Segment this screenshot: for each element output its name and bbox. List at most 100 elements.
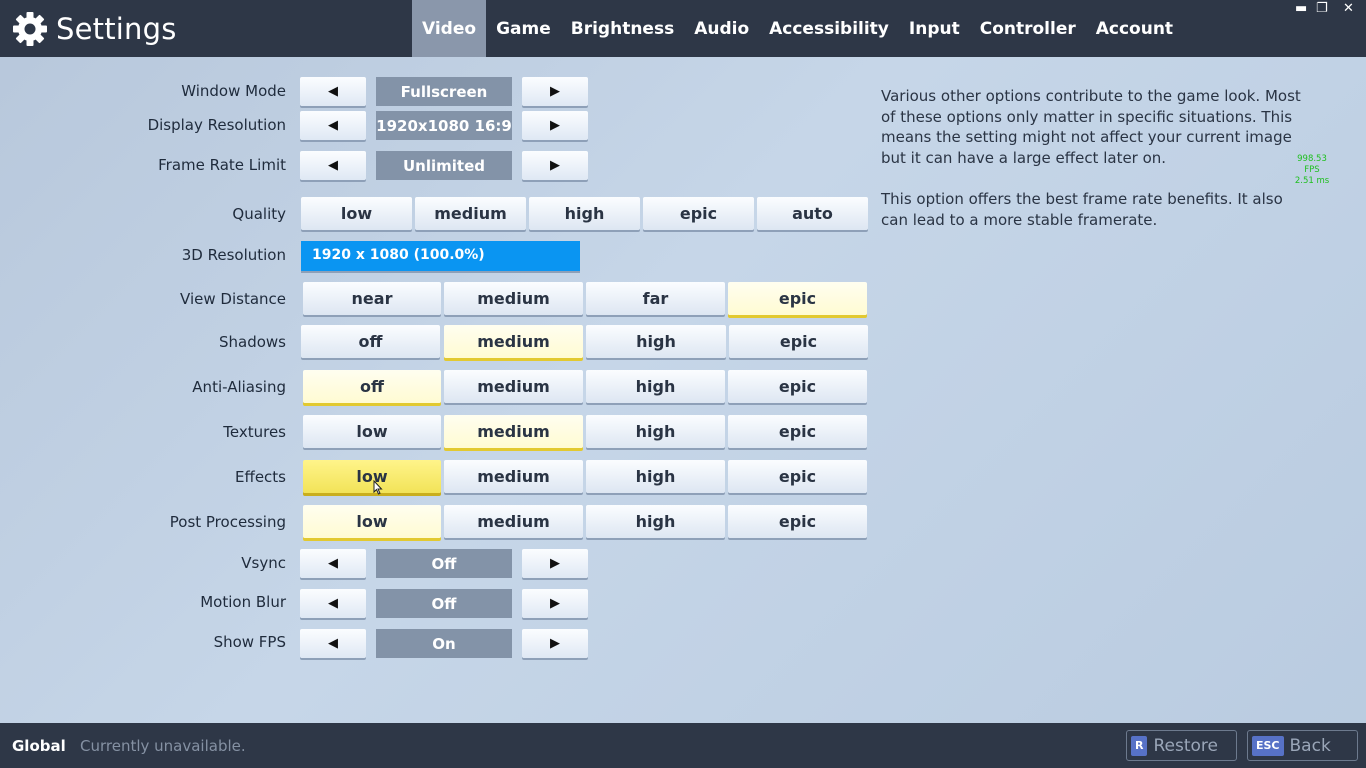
left-arrow-icon: ◀: [328, 158, 338, 173]
frame-rate-limit-value: Unlimited: [376, 151, 512, 180]
restore-label: Restore: [1153, 735, 1218, 756]
r-key-icon: R: [1131, 735, 1148, 756]
right-arrow-icon: ▶: [550, 158, 560, 173]
vsync-next-button[interactable]: ▶: [522, 549, 588, 578]
tab-account[interactable]: Account: [1086, 0, 1183, 57]
shadows-high-button[interactable]: high: [586, 325, 726, 358]
restore-button[interactable]: R Restore: [1126, 730, 1237, 761]
quality-label: Quality: [232, 205, 286, 223]
display-resolution-label: Display Resolution: [147, 116, 286, 134]
vsync-prev-button[interactable]: ◀: [300, 549, 366, 578]
show-fps-label: Show FPS: [213, 633, 286, 651]
effects-medium-button[interactable]: medium: [444, 460, 583, 493]
view-distance-medium-button[interactable]: medium: [444, 282, 583, 315]
right-arrow-icon: ▶: [550, 596, 560, 611]
top-bar: Settings Video Game Brightness Audio Acc…: [0, 0, 1366, 57]
fps-counter: 998.53 FPS 2.51 ms: [1289, 154, 1335, 187]
quality-high-button[interactable]: high: [529, 197, 640, 230]
status-text: Currently unavailable.: [80, 737, 246, 755]
page-title: Settings: [56, 12, 177, 46]
quality-auto-button[interactable]: auto: [757, 197, 868, 230]
window-mode-prev-button[interactable]: ◀: [300, 77, 366, 106]
tab-input[interactable]: Input: [899, 0, 970, 57]
bottom-bar: Global Currently unavailable. R Restore …: [0, 723, 1366, 768]
tab-game[interactable]: Game: [486, 0, 561, 57]
display-resolution-next-button[interactable]: ▶: [522, 111, 588, 140]
left-arrow-icon: ◀: [328, 118, 338, 133]
left-arrow-icon: ◀: [328, 636, 338, 651]
anti-aliasing-off-button[interactable]: off: [303, 370, 441, 403]
frame-time-value: 2.51 ms: [1294, 176, 1330, 186]
shadows-label: Shadows: [218, 333, 286, 351]
right-arrow-icon: ▶: [550, 118, 560, 133]
anti-aliasing-epic-button[interactable]: epic: [728, 370, 867, 403]
effects-epic-button[interactable]: epic: [728, 460, 867, 493]
left-arrow-icon: ◀: [328, 556, 338, 571]
window-mode-value: Fullscreen: [376, 77, 512, 106]
textures-epic-button[interactable]: epic: [728, 415, 867, 448]
close-button[interactable]: ✕: [1343, 1, 1354, 16]
anti-aliasing-medium-button[interactable]: medium: [444, 370, 583, 403]
tab-audio[interactable]: Audio: [684, 0, 759, 57]
show-fps-next-button[interactable]: ▶: [522, 629, 588, 658]
motion-blur-next-button[interactable]: ▶: [522, 589, 588, 618]
display-resolution-prev-button[interactable]: ◀: [300, 111, 366, 140]
post-processing-high-button[interactable]: high: [586, 505, 725, 538]
left-arrow-icon: ◀: [328, 84, 338, 99]
frame-rate-limit-prev-button[interactable]: ◀: [300, 151, 366, 180]
3d-resolution-slider[interactable]: 1920 x 1080 (100.0%): [301, 241, 580, 271]
textures-label: Textures: [223, 423, 286, 441]
frame-rate-limit-label: Frame Rate Limit: [158, 156, 286, 174]
post-processing-epic-button[interactable]: epic: [728, 505, 867, 538]
quality-medium-button[interactable]: medium: [415, 197, 526, 230]
back-button[interactable]: ESC Back: [1247, 730, 1358, 761]
quality-epic-button[interactable]: epic: [643, 197, 754, 230]
post-processing-low-button[interactable]: low: [303, 505, 441, 538]
shadows-epic-button[interactable]: epic: [729, 325, 868, 358]
title-area: Settings: [12, 10, 177, 48]
tab-bar: Video Game Brightness Audio Accessibilit…: [412, 0, 1183, 57]
textures-medium-button[interactable]: medium: [444, 415, 583, 448]
shadows-medium-button[interactable]: medium: [444, 325, 583, 358]
frame-rate-limit-next-button[interactable]: ▶: [522, 151, 588, 180]
motion-blur-prev-button[interactable]: ◀: [300, 589, 366, 618]
effects-high-button[interactable]: high: [586, 460, 725, 493]
anti-aliasing-high-button[interactable]: high: [586, 370, 725, 403]
minimize-button[interactable]: ▬: [1295, 1, 1307, 16]
tab-controller[interactable]: Controller: [970, 0, 1086, 57]
effects-label: Effects: [235, 468, 286, 486]
effects-low-button[interactable]: low: [303, 460, 441, 493]
window-mode-next-button[interactable]: ▶: [522, 77, 588, 106]
view-distance-near-button[interactable]: near: [303, 282, 441, 315]
view-distance-far-button[interactable]: far: [586, 282, 725, 315]
tab-accessibility[interactable]: Accessibility: [759, 0, 899, 57]
shadows-off-button[interactable]: off: [301, 325, 440, 358]
anti-aliasing-label: Anti-Aliasing: [192, 378, 286, 396]
quality-low-button[interactable]: low: [301, 197, 412, 230]
window-mode-label: Window Mode: [181, 82, 286, 100]
tab-brightness[interactable]: Brightness: [561, 0, 684, 57]
textures-low-button[interactable]: low: [303, 415, 441, 448]
mouse-cursor-icon: [373, 480, 383, 495]
restore-window-button[interactable]: ❐: [1316, 1, 1328, 16]
view-distance-label: View Distance: [180, 290, 286, 308]
right-arrow-icon: ▶: [550, 636, 560, 651]
description-paragraph-2: This option offers the best frame rate b…: [881, 190, 1283, 229]
vsync-value: Off: [376, 549, 512, 578]
tab-video[interactable]: Video: [412, 0, 487, 57]
motion-blur-value: Off: [376, 589, 512, 618]
3d-resolution-label: 3D Resolution: [181, 246, 286, 264]
textures-high-button[interactable]: high: [586, 415, 725, 448]
right-arrow-icon: ▶: [550, 84, 560, 99]
display-resolution-value: 1920x1080 16:9: [376, 111, 512, 140]
view-distance-epic-button[interactable]: epic: [728, 282, 867, 315]
motion-blur-label: Motion Blur: [200, 593, 286, 611]
description-paragraph-1: Various other options contribute to the …: [881, 87, 1301, 167]
fps-value: 998.53 FPS: [1297, 154, 1327, 175]
show-fps-value: On: [376, 629, 512, 658]
vsync-label: Vsync: [241, 554, 286, 572]
3d-resolution-value: 1920 x 1080 (100.0%): [312, 247, 485, 263]
left-arrow-icon: ◀: [328, 596, 338, 611]
post-processing-medium-button[interactable]: medium: [444, 505, 583, 538]
show-fps-prev-button[interactable]: ◀: [300, 629, 366, 658]
